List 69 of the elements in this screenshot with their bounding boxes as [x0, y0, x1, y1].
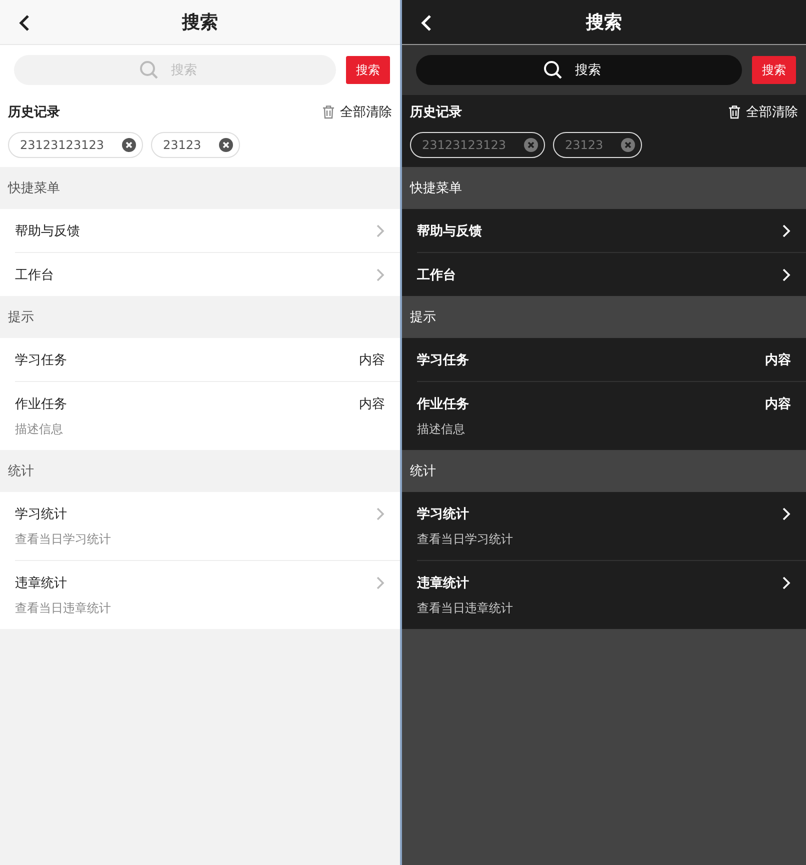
- chevron-icon: [376, 576, 385, 590]
- history-tag[interactable]: 23123: [552, 132, 642, 158]
- history-tag[interactable]: 23123123123: [8, 132, 143, 158]
- page-title: 搜索: [586, 11, 622, 34]
- history-tag[interactable]: 23123: [150, 132, 240, 158]
- list-item[interactable]: 帮助与反馈: [417, 209, 806, 253]
- remove-icon: [122, 138, 136, 152]
- item-title: 工作台: [417, 266, 456, 284]
- search-icon: [543, 60, 563, 80]
- item-title: 学习统计: [417, 506, 469, 522]
- list-item[interactable]: 违章统计 查看当日违章统计: [15, 561, 400, 629]
- group-header: 快捷菜单: [0, 167, 400, 209]
- section-title: 历史记录: [410, 104, 462, 121]
- item-title: 违章统计: [417, 574, 469, 592]
- list-item[interactable]: 学习统计 查看当日学习统计: [417, 492, 806, 561]
- item-title: 学习统计: [15, 506, 67, 522]
- search-button[interactable]: 搜索: [752, 56, 796, 84]
- group-header: 提示: [0, 296, 400, 338]
- section-title: 历史记录: [8, 104, 60, 121]
- group-header: 快捷菜单: [402, 167, 806, 209]
- item-title: 作业任务: [417, 396, 469, 412]
- item-value: 内容: [765, 396, 791, 412]
- item-description: 描述信息: [417, 421, 466, 438]
- item-title: 违章统计: [15, 574, 67, 592]
- clear-all-button[interactable]: 全部清除: [322, 103, 392, 121]
- chevron-icon: [782, 268, 791, 282]
- chevron-icon: [782, 576, 791, 590]
- item-title: 帮助与反馈: [417, 222, 482, 240]
- remove-icon: [524, 138, 538, 152]
- item-title: 工作台: [15, 266, 54, 284]
- remove-icon: [219, 138, 234, 152]
- chevron-icon: [782, 224, 791, 238]
- history-tag[interactable]: 23123123123: [410, 132, 545, 158]
- chevron-icon: [376, 224, 385, 238]
- list-item[interactable]: 学习统计 查看当日学习统计: [15, 492, 400, 561]
- list-item[interactable]: 作业任务 内容 描述信息: [15, 382, 400, 450]
- remove-icon: [621, 138, 636, 152]
- item-value: 内容: [359, 396, 385, 412]
- list-item[interactable]: 工作台: [15, 253, 400, 296]
- search-icon: [139, 60, 159, 80]
- group-header: 提示: [402, 296, 806, 338]
- item-title: 学习任务: [15, 352, 67, 368]
- trash-icon: [322, 105, 335, 119]
- list-item[interactable]: 学习任务 内容: [417, 338, 806, 382]
- item-value: 内容: [765, 352, 791, 368]
- item-description: 查看当日学习统计: [15, 531, 112, 548]
- group-header: 统计: [402, 450, 806, 492]
- list-item[interactable]: 作业任务 内容 描述信息: [417, 382, 806, 450]
- search-button[interactable]: 搜索: [346, 56, 390, 84]
- chevron-icon: [376, 268, 385, 282]
- group-header: 统计: [0, 450, 400, 492]
- item-title: 作业任务: [15, 396, 67, 412]
- item-description: 描述信息: [15, 421, 64, 438]
- chevron-icon: [782, 506, 791, 520]
- list-item[interactable]: 工作台: [417, 253, 806, 296]
- list-item[interactable]: 学习任务 内容: [15, 338, 400, 382]
- item-description: 查看当日违章统计: [417, 600, 514, 617]
- item-value: 内容: [359, 352, 385, 368]
- chevron-icon: [376, 506, 385, 520]
- page-title: 搜索: [182, 11, 218, 34]
- item-description: 查看当日违章统计: [15, 600, 112, 617]
- list-item[interactable]: 帮助与反馈: [15, 209, 400, 253]
- item-description: 查看当日学习统计: [417, 531, 514, 548]
- list-item[interactable]: 违章统计 查看当日违章统计: [417, 561, 806, 629]
- trash-icon: [728, 105, 741, 119]
- clear-all-button[interactable]: 全部清除: [728, 103, 798, 121]
- item-title: 帮助与反馈: [15, 222, 80, 240]
- item-title: 学习任务: [417, 352, 469, 368]
- search-field[interactable]: 搜索: [416, 55, 742, 85]
